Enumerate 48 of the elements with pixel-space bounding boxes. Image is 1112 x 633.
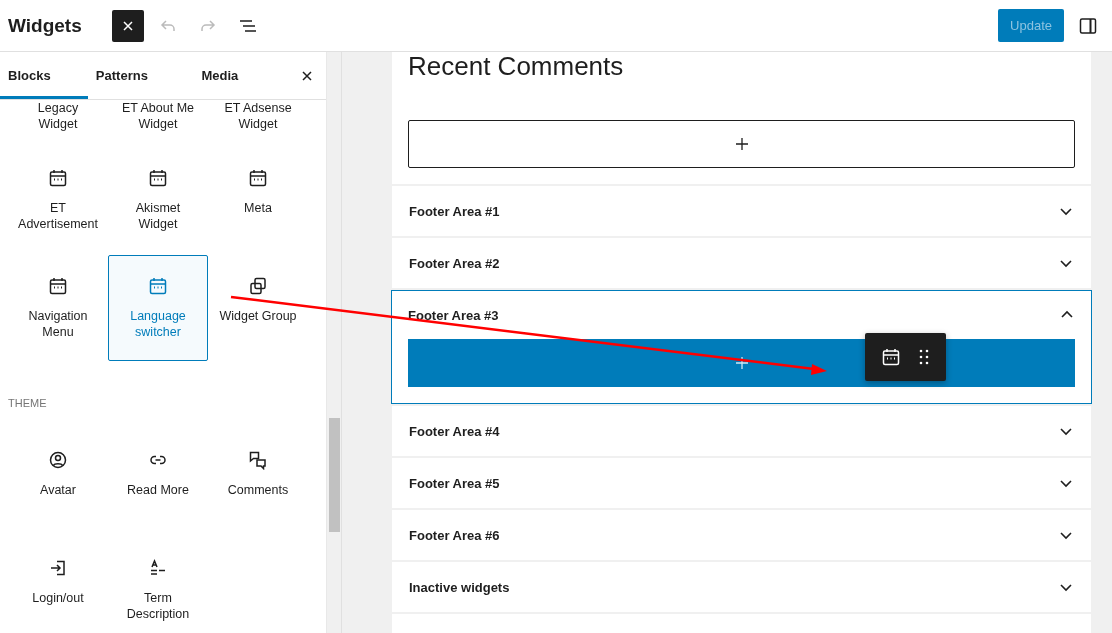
widget-area-toggle[interactable]: Footer Area #4 [393, 407, 1090, 455]
scrollbar-thumb[interactable] [329, 418, 340, 532]
block-item[interactable]: Comments [208, 429, 308, 535]
block-item[interactable]: Akismet Widget [108, 147, 208, 253]
add-block-button[interactable] [408, 120, 1075, 168]
block-item[interactable]: ET Advertisement [8, 147, 108, 253]
widget-heading: Recent Comments [408, 52, 625, 83]
close-button[interactable] [111, 9, 144, 42]
block-item[interactable]: Meta [208, 147, 308, 253]
widget-area-toggle[interactable]: Footer Area #1 [393, 187, 1090, 235]
block-item[interactable]: Avatar [8, 429, 108, 535]
widget-area-toggle[interactable]: Footer Area #2 [393, 239, 1090, 287]
calendar-icon [148, 276, 168, 296]
block-item[interactable]: Read More [108, 429, 208, 535]
block-item[interactable]: Widget Group [208, 255, 308, 361]
block-item[interactable]: Navigation Menu [8, 255, 108, 361]
widget-area-toggle[interactable]: Inactive widgets [393, 563, 1090, 611]
section-heading: THEME [8, 397, 48, 409]
term-description-icon [148, 558, 168, 578]
copy-icon [248, 276, 268, 296]
drag-handle-icon [917, 348, 930, 366]
calendar-icon [48, 276, 68, 296]
calendar-icon [48, 168, 68, 188]
block-type-button[interactable] [881, 347, 902, 367]
comments-icon [248, 450, 268, 470]
block-item[interactable]: Legacy Widget [8, 100, 108, 145]
inserter-tab[interactable]: Patterns [87, 52, 194, 99]
login-icon [48, 558, 68, 578]
avatar-icon [48, 450, 68, 470]
drag-handle[interactable] [917, 348, 930, 366]
widget-area-toggle[interactable]: Footer Area #3 [392, 291, 1091, 339]
block-item[interactable]: ET About Me Widget [108, 100, 208, 145]
block-item[interactable]: ET Adsense Widget [208, 100, 308, 145]
calendar-icon [148, 168, 168, 188]
sidebar-icon [1078, 15, 1098, 36]
block-item[interactable]: Term Description [108, 537, 208, 633]
plus-icon [734, 137, 749, 151]
block-item[interactable]: Login/out [8, 537, 108, 633]
plus-icon [734, 356, 749, 370]
page-title: Widgets [8, 14, 82, 37]
inserter-tab[interactable]: Media [193, 52, 288, 99]
calendar-icon [248, 168, 268, 188]
close-icon [121, 19, 134, 32]
widget-area-toggle[interactable]: Footer Area #6 [393, 511, 1090, 559]
close-icon [300, 69, 313, 82]
block-item[interactable]: Language switcher [108, 255, 208, 361]
inserter-tab[interactable]: Blocks [0, 52, 88, 99]
widget-area-toggle[interactable]: Footer Area #5 [393, 459, 1090, 507]
